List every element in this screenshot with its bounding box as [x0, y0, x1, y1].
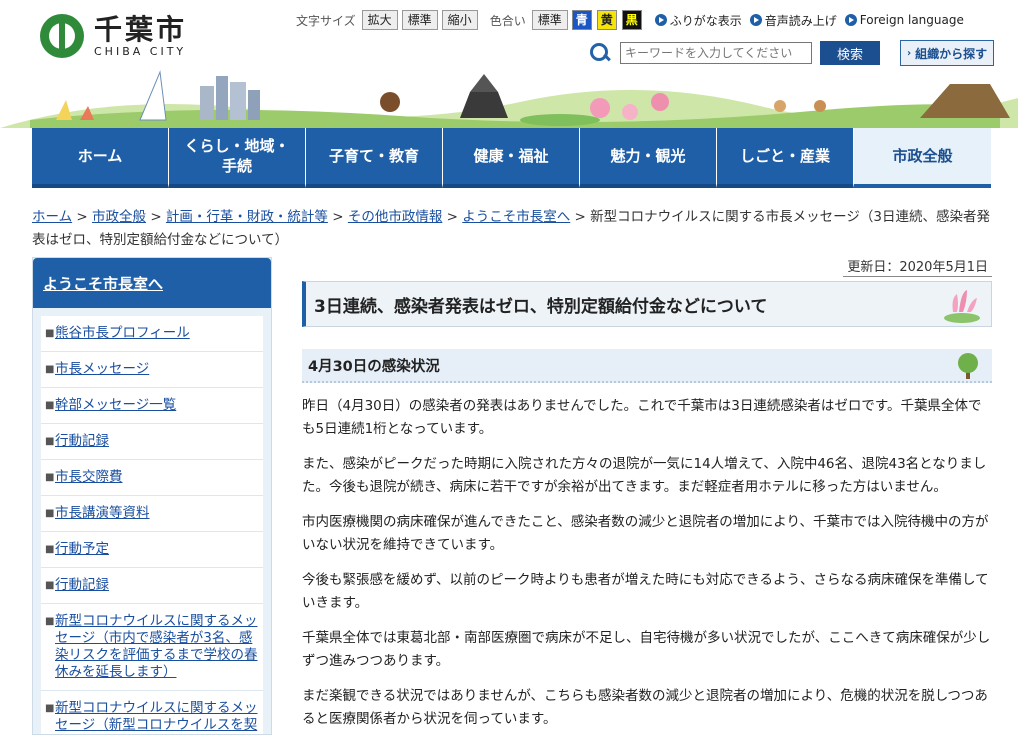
header-illustration	[0, 70, 1018, 128]
sidebar-item[interactable]: ■ 市長交際費	[41, 460, 263, 496]
nav-health-welfare[interactable]: 健康・福祉	[443, 128, 580, 188]
body-paragraph: 千葉県全体では東葛北部・南部医療圏で病床が不足し、自宅待機が多い状況でしたが、こ…	[302, 630, 991, 669]
color-yellow-button[interactable]: 黄	[596, 10, 617, 30]
page-title: 3日連続、感染者発表はゼロ、特別定額給付金などについて	[314, 296, 768, 317]
chevron-right-icon: ›	[907, 47, 912, 59]
breadcrumb: ホーム > 市政全般 > 計画・行革・財政・統計等 > その他市政情報 > よう…	[32, 209, 990, 248]
color-blue-button[interactable]: 青	[571, 10, 592, 30]
breadcrumb-link[interactable]: ホーム	[32, 209, 72, 225]
font-size-standard-button[interactable]: 標準	[401, 10, 438, 30]
lotus-icon	[944, 290, 980, 323]
search-input[interactable]	[620, 42, 812, 64]
font-size-small-button[interactable]: 縮小	[441, 10, 478, 30]
bullet-icon: ■	[45, 328, 55, 339]
nav-business[interactable]: しごと・産業	[717, 128, 854, 188]
sidebar: ようこそ市長室へ ■ 熊谷市長プロフィール ■ 市長メッセージ ■ 幹部メッセージ一覧…	[32, 257, 272, 735]
bullet-icon: ■	[45, 703, 55, 714]
nav-living[interactable]: くらし・地域・ 手続	[169, 128, 306, 188]
update-date: 更新日：2020年5月1日	[302, 256, 992, 277]
sidebar-item[interactable]: ■ 行動予定	[41, 532, 263, 568]
global-nav: ホーム くらし・地域・ 手続 子育て・教育 健康・福祉 魅力・観光 しごと・産業…	[32, 128, 992, 188]
sidebar-item[interactable]: ■ 熊谷市長プロフィール	[41, 316, 263, 352]
bullet-icon: ■	[45, 400, 55, 411]
sidebar-item[interactable]: ■ 市長メッセージ	[41, 352, 263, 388]
nav-childcare-education[interactable]: 子育て・教育	[306, 128, 443, 188]
bullet-icon: ■	[45, 364, 55, 375]
page-title-box: 3日連続、感染者発表はゼロ、特別定額給付金などについて	[302, 281, 992, 327]
accessibility-toolbar: 文字サイズ 拡大 標準 縮小 色合い 標準 青 黄 黒 ふりがな表示 音声読み上…	[296, 10, 964, 30]
logo-japanese: 千葉市	[94, 12, 188, 46]
breadcrumb-link[interactable]: 計画・行革・財政・統計等	[166, 209, 328, 225]
color-black-button[interactable]: 黒	[621, 10, 642, 30]
bullet-icon: ■	[45, 472, 55, 483]
color-label: 色合い	[489, 13, 526, 28]
sidebar-list: ■ 熊谷市長プロフィール ■ 市長メッセージ ■ 幹部メッセージ一覧 ■ 行動記録 ■ 市…	[33, 308, 271, 734]
color-standard-button[interactable]: 標準	[531, 10, 568, 30]
tree-icon	[958, 353, 978, 379]
sidebar-item[interactable]: ■ 行動記録	[41, 424, 263, 460]
nav-city-government[interactable]: 市政全般	[854, 128, 991, 188]
sidebar-item[interactable]: ■ 新型コロナウイルスに関するメッセージ（市内で感染者が3名、感染リスクを評価する…	[41, 604, 263, 691]
logo-english: CHIBA CITY	[94, 44, 187, 58]
body-paragraph: 昨日（4月30日）の感染者の発表はありませんでした。これで千葉市は3日連続感染者…	[302, 398, 982, 437]
main-content: 更新日：2020年5月1日 3日連続、感染者発表はゼロ、特別定額給付金などについ…	[302, 256, 992, 735]
sidebar-item[interactable]: ■ 市長講演等資料	[41, 496, 263, 532]
nav-home[interactable]: ホーム	[32, 128, 169, 188]
furigana-link[interactable]: ふりがな表示	[654, 12, 742, 29]
body-paragraph: 今後も緊張感を緩めず、以前のピーク時よりも患者が増えた時にも対応できるよう、さら…	[302, 572, 989, 611]
arrow-circle-icon	[749, 14, 762, 26]
arrow-circle-icon	[654, 14, 667, 26]
body-paragraph: 市内医療機関の病床確保が進んできたこと、感染者数の減少と退院者の増加により、千葉…	[302, 514, 989, 553]
bullet-icon: ■	[45, 436, 55, 447]
sidebar-item[interactable]: ■ 行動記録	[41, 568, 263, 604]
sidebar-heading[interactable]: ようこそ市長室へ	[33, 258, 271, 308]
bullet-icon: ■	[45, 580, 55, 591]
body-paragraph: まだ楽観できる状況ではありませんが、こちらも感染者数の減少と退院者の増加により、…	[302, 688, 988, 727]
section-heading: 4月30日の感染状況	[308, 358, 440, 375]
foreign-language-link[interactable]: Foreign language	[844, 13, 964, 27]
nav-tourism[interactable]: 魅力・観光	[580, 128, 717, 188]
body-paragraph: また、感染がピークだった時期に入院された方々の退院が一気に14人増えて、入院中4…	[302, 456, 987, 495]
city-emblem-icon	[40, 14, 84, 58]
font-size-large-button[interactable]: 拡大	[361, 10, 398, 30]
bullet-icon: ■	[45, 616, 55, 627]
site-header: 千葉市 CHIBA CITY 文字サイズ 拡大 標準 縮小 色合い 標準 青 黄…	[0, 0, 1018, 128]
arrow-circle-icon	[844, 14, 857, 26]
sidebar-item[interactable]: ■ 幹部メッセージ一覧	[41, 388, 263, 424]
section-heading-box: 4月30日の感染状況	[302, 349, 992, 383]
breadcrumb-link[interactable]: ようこそ市長室へ	[462, 209, 570, 225]
bullet-icon: ■	[45, 544, 55, 555]
bullet-icon: ■	[45, 508, 55, 519]
font-size-label: 文字サイズ	[296, 13, 356, 28]
breadcrumb-link[interactable]: 市政全般	[92, 209, 146, 225]
sidebar-item[interactable]: ■新型コロナウイルスに関するメッセージ（新型コロナウイルスを契機に、千葉市を変革…	[41, 691, 263, 734]
speech-link[interactable]: 音声読み上げ	[749, 12, 837, 29]
breadcrumb-link[interactable]: その他市政情報	[348, 209, 443, 225]
site-logo[interactable]: 千葉市 CHIBA CITY	[40, 14, 187, 58]
